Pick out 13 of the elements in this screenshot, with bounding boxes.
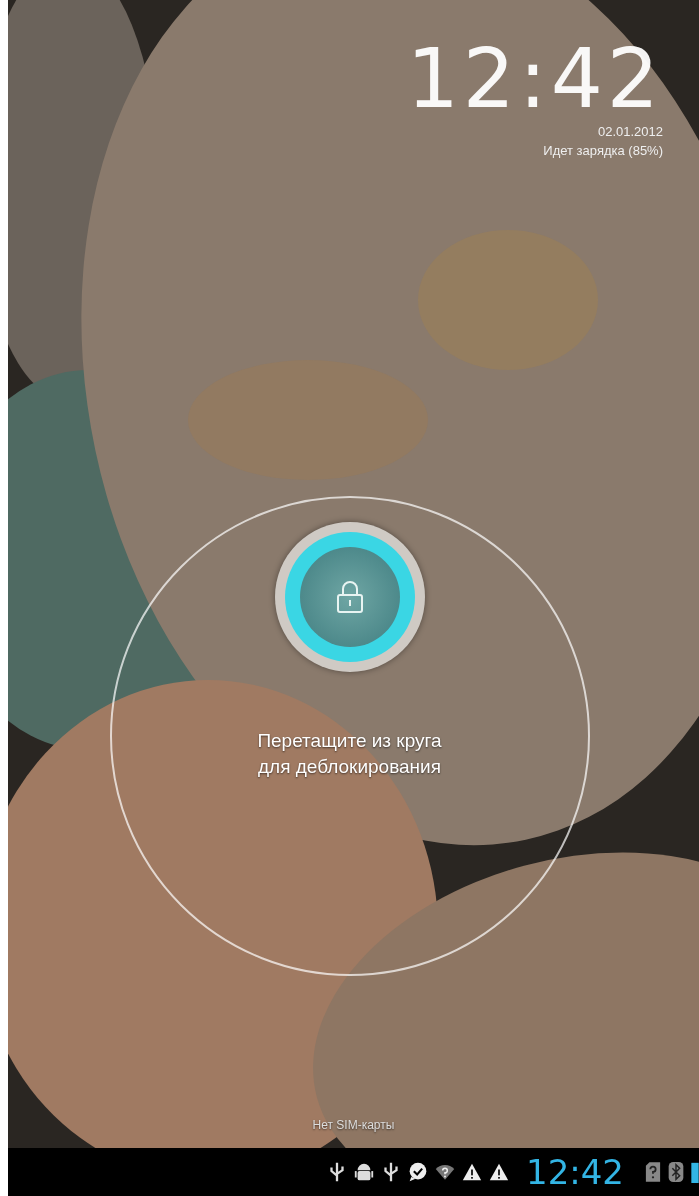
date-text: 02.01.2012 xyxy=(597,124,663,139)
sim-card-icon[interactable] xyxy=(645,1161,661,1183)
unlock-hint: Перетащите из круга для деблокирования xyxy=(257,729,442,779)
sim-status: Нет SIM-карты xyxy=(312,1118,395,1132)
usb-icon[interactable] xyxy=(327,1161,347,1183)
status-time: 12:42 xyxy=(526,1155,624,1189)
bluetooth-icon[interactable] xyxy=(668,1161,684,1183)
usb-icon[interactable] xyxy=(381,1161,401,1183)
charging-status: Идет зарядка (85%) xyxy=(543,143,663,158)
chat-bubble-icon[interactable] xyxy=(408,1161,428,1183)
android-icon[interactable] xyxy=(354,1161,374,1183)
battery-icon[interactable] xyxy=(691,1161,699,1183)
lock-clock: 12:42 xyxy=(406,38,663,120)
